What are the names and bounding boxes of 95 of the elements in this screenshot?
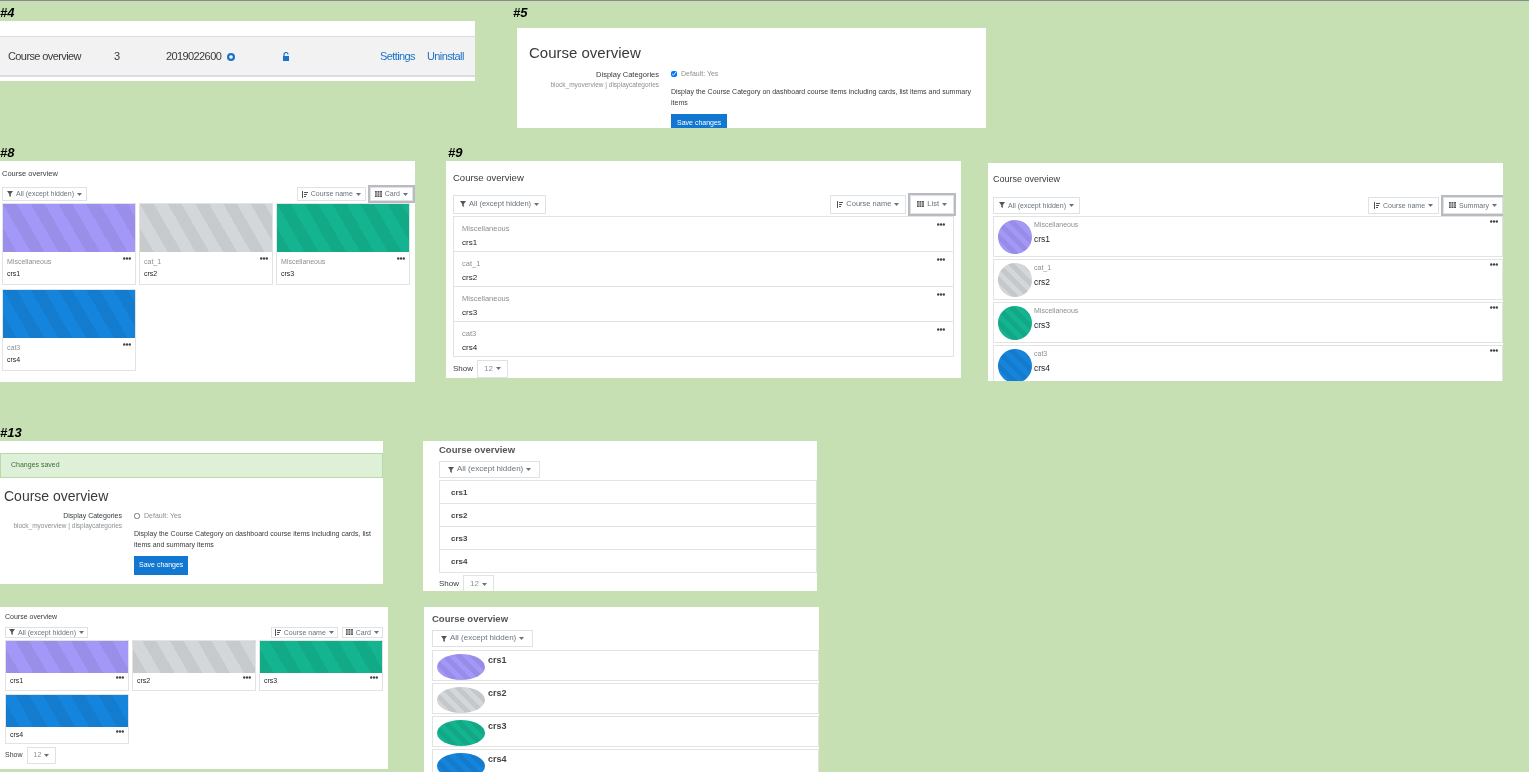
course-name: crs4 (451, 556, 468, 569)
filter-icon (999, 202, 1005, 209)
course-list-item[interactable]: crs4 (439, 549, 817, 574)
course-summary-item[interactable]: crs1 (432, 650, 819, 682)
course-name: crs3 (462, 306, 479, 319)
caret-icon (519, 637, 525, 641)
course-summary-item[interactable]: crs2 (432, 683, 819, 715)
caret-icon (526, 468, 532, 472)
plugin-name: Course overview (7, 48, 83, 64)
more-options-icon[interactable] (370, 676, 378, 680)
block-title: Course overview (439, 443, 517, 457)
more-options-icon[interactable] (1490, 220, 1498, 224)
course-name: crs3 (488, 720, 508, 734)
eye-icon[interactable] (227, 52, 235, 61)
more-options-icon[interactable] (937, 222, 945, 226)
caret-icon (44, 753, 50, 757)
course-name: crs4 (1034, 361, 1052, 375)
filter-icon (448, 466, 454, 473)
default-checkbox[interactable] (671, 70, 677, 77)
caret-icon (79, 630, 84, 634)
settings-heading: Course overview (3, 486, 110, 506)
show-label: Show (453, 362, 473, 375)
filter-icon (7, 191, 13, 198)
grid-icon (1449, 202, 1457, 209)
caret-icon (894, 202, 900, 206)
caret-icon (942, 202, 947, 206)
course-list-item[interactable]: crs3 (439, 526, 817, 551)
course-name: crs1 (462, 236, 479, 249)
release-text: 2019022600 (166, 48, 223, 64)
block-title: Course overview (993, 173, 1062, 186)
panel-label: #9 (448, 146, 463, 159)
panel-label: #4 (0, 6, 15, 19)
grid-icon (345, 629, 353, 636)
caret-icon (374, 630, 379, 634)
filter-icon (460, 201, 466, 208)
caret-icon (1428, 203, 1434, 207)
settings-link[interactable]: Settings (380, 47, 427, 65)
course-name: crs1 (488, 654, 508, 668)
caret-icon (328, 630, 334, 634)
caret-icon (355, 192, 361, 196)
more-options-icon[interactable] (397, 256, 405, 260)
more-options-icon[interactable] (123, 342, 131, 346)
settings-heading: Course overview (529, 43, 642, 63)
course-list-item[interactable]: crs1 (439, 480, 817, 505)
more-options-icon[interactable] (937, 327, 945, 331)
block-title: Course overview (453, 171, 525, 185)
sort-icon (274, 628, 281, 636)
filter-dropdown[interactable]: All (except hidden) (439, 461, 541, 479)
more-options-icon[interactable] (260, 256, 268, 260)
sort-icon (1374, 201, 1380, 209)
course-name: crs4 (462, 341, 478, 354)
uninstall-link[interactable]: Uninstall (427, 47, 475, 65)
grid-icon (917, 201, 925, 208)
more-options-icon[interactable] (1490, 306, 1498, 310)
course-summary-item[interactable]: crs3 (432, 716, 819, 748)
sort-icon (301, 190, 308, 198)
caret-icon (1069, 203, 1074, 207)
filter-dropdown[interactable]: All (except hidden) (432, 630, 534, 648)
course-list-item[interactable]: crs2 (439, 503, 817, 528)
show-label: Show (439, 578, 459, 591)
more-options-icon[interactable] (116, 729, 124, 733)
course-name: crs1 (1034, 232, 1052, 246)
more-options-icon[interactable] (116, 676, 124, 680)
grid-icon (374, 191, 382, 198)
caret-icon (77, 192, 82, 196)
filter-icon (9, 629, 15, 636)
caret-icon (1492, 203, 1497, 207)
unlocked-padlock-icon[interactable] (283, 52, 290, 62)
panel-label: #13 (0, 426, 22, 439)
course-name: crs1 (451, 487, 468, 500)
course-name: crs4 (488, 753, 508, 767)
caret-icon (481, 582, 487, 586)
more-options-icon[interactable] (123, 256, 131, 260)
default-checkbox[interactable] (134, 512, 140, 519)
more-options-icon[interactable] (243, 676, 251, 680)
caret-icon (403, 192, 408, 196)
course-name: crs2 (451, 510, 468, 523)
more-options-icon[interactable] (937, 292, 945, 296)
filter-icon (441, 635, 447, 642)
course-summary-item[interactable]: crs4 (432, 749, 819, 772)
caret-icon (495, 367, 501, 370)
panel-label: #8 (0, 146, 15, 159)
sort-icon (837, 200, 844, 208)
course-name: crs2 (462, 271, 479, 284)
version-text: 3 (114, 48, 121, 64)
panel-label: #5 (513, 6, 528, 19)
more-options-icon[interactable] (1490, 263, 1498, 267)
course-name: crs3 (451, 533, 468, 546)
more-options-icon[interactable] (1490, 349, 1498, 353)
caret-icon (534, 202, 540, 206)
block-title: Course overview (432, 612, 510, 626)
course-name: crs3 (1034, 318, 1052, 332)
course-name: crs2 (1034, 275, 1052, 289)
course-name: crs2 (488, 687, 508, 701)
more-options-icon[interactable] (937, 257, 945, 261)
